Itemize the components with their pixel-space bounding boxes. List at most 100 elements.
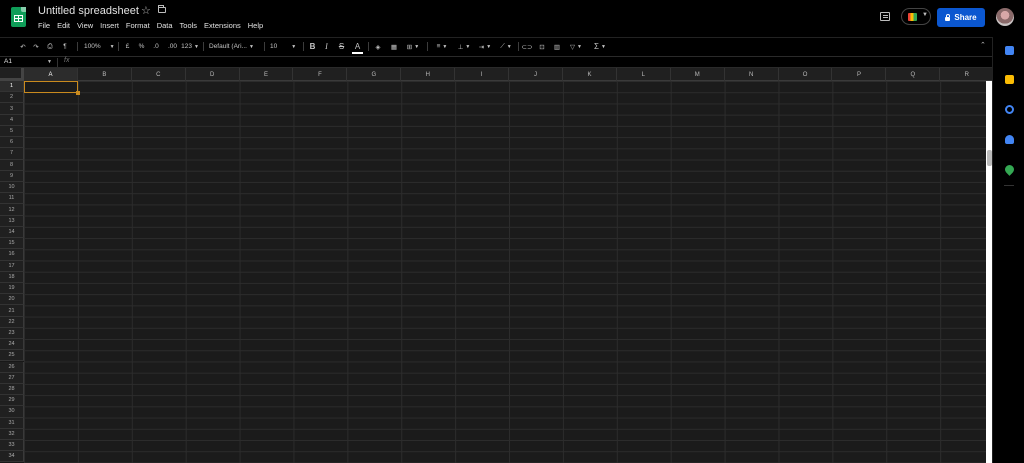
collapse-toolbar-icon[interactable]: ⌃ [980,41,986,49]
vertical-align-icon[interactable]: ⊥ ▼ [455,41,473,52]
strikethrough-button[interactable]: S [337,41,346,52]
column-header-r[interactable]: R [940,68,992,81]
row-header-7[interactable]: 7 [0,148,24,160]
contacts-icon[interactable] [1005,135,1014,144]
select-all-corner[interactable] [0,68,24,81]
column-header-j[interactable]: J [509,68,563,81]
row-header-16[interactable]: 16 [0,249,24,261]
text-color-button[interactable]: A [352,41,363,52]
move-folder-icon[interactable] [158,5,166,13]
row-header-24[interactable]: 24 [0,339,24,351]
meet-button[interactable]: ▼ [901,8,931,25]
zoom-select[interactable]: 100% ▼ [84,41,116,52]
comment-history-icon[interactable] [880,12,890,21]
row-header-9[interactable]: 9 [0,170,24,182]
menu-data[interactable]: Data [157,21,173,30]
menu-insert[interactable]: Insert [100,21,119,30]
avatar[interactable] [996,8,1014,26]
text-rotation-icon[interactable]: ⟋ ▼ [497,41,515,52]
column-header-g[interactable]: G [347,68,402,81]
text-wrapping-icon[interactable]: ⇥ ▼ [476,41,494,52]
currency-format-button[interactable]: £ [123,41,132,52]
filter-icon[interactable]: ▽ ▼ [567,41,585,52]
row-header-29[interactable]: 29 [0,395,24,407]
sheets-logo-icon[interactable] [11,7,26,27]
row-header-14[interactable]: 14 [0,226,24,239]
merge-cells-icon[interactable]: ⊞ ▼ [404,41,422,52]
row-header-20[interactable]: 20 [0,294,24,306]
print-icon[interactable]: ⎙ [45,41,55,52]
increase-decimal-button[interactable]: .00 [166,41,179,52]
calendar-icon[interactable] [1005,46,1014,55]
row-header-23[interactable]: 23 [0,327,24,340]
star-icon[interactable]: ☆ [141,4,151,17]
menu-help[interactable]: Help [248,21,263,30]
row-header-12[interactable]: 12 [0,204,24,216]
column-header-i[interactable]: I [455,68,510,81]
maps-icon[interactable] [1003,163,1016,176]
menu-edit[interactable]: Edit [57,21,70,30]
row-header-4[interactable]: 4 [0,114,24,126]
document-title[interactable]: Untitled spreadsheet [38,5,139,17]
row-header-26[interactable]: 26 [0,361,24,373]
percent-format-button[interactable]: % [137,41,146,52]
undo-icon[interactable]: ↶ [18,41,28,52]
column-header-h[interactable]: H [401,68,456,81]
menu-tools[interactable]: Tools [180,21,198,30]
redo-icon[interactable]: ↷ [31,41,41,52]
column-header-p[interactable]: P [833,68,887,81]
insert-chart-icon[interactable]: ▥ [552,41,562,52]
cell-area[interactable] [24,81,986,463]
row-header-32[interactable]: 32 [0,428,24,441]
name-box[interactable]: A1 [4,58,12,65]
row-header-13[interactable]: 13 [0,215,24,227]
functions-button[interactable]: Σ ▼ [591,41,609,52]
menu-view[interactable]: View [77,21,93,30]
column-header-n[interactable]: N [725,68,779,81]
row-header-6[interactable]: 6 [0,137,24,149]
menu-extensions[interactable]: Extensions [204,21,241,30]
more-formats-button[interactable]: 123 ▼ [181,41,199,52]
borders-icon[interactable]: ▦ [389,41,399,52]
fill-color-icon[interactable]: ◈ [373,41,383,52]
row-header-3[interactable]: 3 [0,103,24,115]
column-header-l[interactable]: L [617,68,671,81]
chevron-down-icon[interactable]: ▼ [47,59,52,65]
row-header-15[interactable]: 15 [0,238,24,250]
column-header-m[interactable]: M [671,68,725,81]
italic-button[interactable]: I [322,41,331,52]
column-header-e[interactable]: E [240,68,294,81]
row-header-22[interactable]: 22 [0,316,24,328]
font-size-select[interactable]: 10 ▼ [270,41,300,52]
menu-file[interactable]: File [38,21,50,30]
insert-link-icon[interactable]: ⊂⊃ [522,41,533,52]
row-header-33[interactable]: 33 [0,440,24,452]
row-header-18[interactable]: 18 [0,271,24,283]
active-cell-a1[interactable] [24,81,80,95]
row-header-34[interactable]: 34 [0,451,24,463]
column-header-b[interactable]: B [78,68,132,81]
row-header-11[interactable]: 11 [0,193,24,205]
row-header-25[interactable]: 25 [0,350,24,362]
column-header-q[interactable]: Q [886,68,941,81]
row-header-31[interactable]: 31 [0,417,24,429]
column-header-a[interactable]: A [24,68,78,81]
tasks-icon[interactable] [1005,105,1014,114]
row-header-10[interactable]: 10 [0,181,24,194]
row-header-27[interactable]: 27 [0,372,24,384]
menu-format[interactable]: Format [126,21,150,30]
row-header-1[interactable]: 1 [0,81,24,93]
insert-comment-icon[interactable]: ⊡ [537,41,547,52]
row-header-5[interactable]: 5 [0,125,24,138]
row-header-17[interactable]: 17 [0,260,24,272]
horizontal-align-icon[interactable]: ≡ ▼ [433,41,451,52]
row-header-8[interactable]: 8 [0,159,24,171]
keep-icon[interactable] [1005,75,1014,84]
row-header-30[interactable]: 30 [0,406,24,418]
row-header-28[interactable]: 28 [0,383,24,396]
row-header-2[interactable]: 2 [0,92,24,104]
spreadsheet-grid[interactable]: ABCDEFGHIJKLMNOPQR 1 2 3 4 5 6 7 8 9 10 11 12 13 14 15… [0,68,992,463]
row-header-21[interactable]: 21 [0,305,24,317]
column-header-c[interactable]: C [132,68,186,81]
paint-format-icon[interactable]: ¶ [60,41,70,52]
